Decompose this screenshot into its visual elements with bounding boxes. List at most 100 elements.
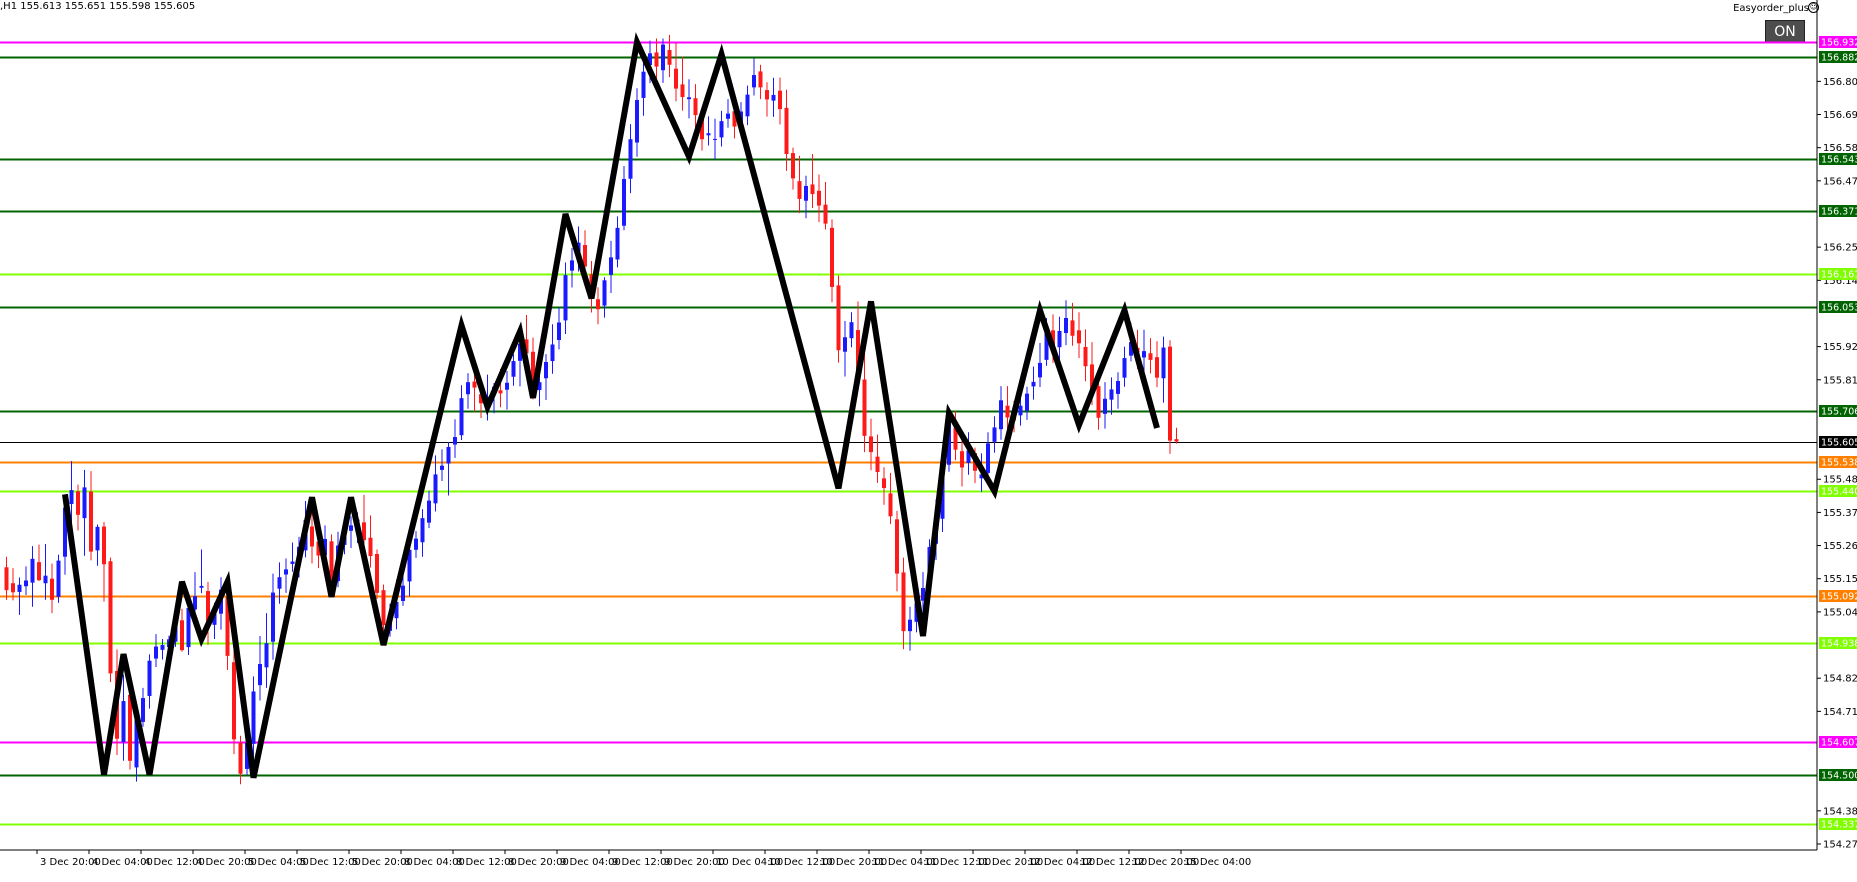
candle-body: [69, 490, 74, 504]
price-chart[interactable]: 156.800 156.690 156.580 156.470 156.250 156.1…: [0, 0, 1857, 882]
time-tick-label: 15 Dec 04:00: [1184, 857, 1251, 868]
candle-body: [1018, 405, 1023, 416]
candle-body: [570, 260, 574, 271]
candle-body: [791, 153, 795, 179]
candle-body: [401, 585, 405, 602]
candle-body: [1148, 353, 1153, 360]
price-tick-label: 155.260: [1823, 541, 1857, 552]
candle-body: [869, 436, 873, 453]
candle-body: [238, 742, 243, 774]
price-tick-label: 156.690: [1823, 110, 1857, 121]
candle-body: [986, 443, 990, 473]
level-label: 156.161: [1821, 270, 1857, 281]
candle-body: [960, 451, 964, 468]
candle-body: [615, 227, 620, 260]
zigzag-line: [62, 32, 1160, 779]
time-axis[interactable]: 3 Dec 20:004 Dec 04:004 Dec 12:004 Dec 2…: [0, 849, 1817, 868]
candle-body: [862, 379, 867, 436]
candle-body: [24, 580, 28, 587]
candle-body: [693, 98, 698, 116]
candle-body: [368, 537, 373, 557]
candle-body: [1025, 393, 1029, 411]
candle-body: [817, 190, 821, 206]
candle-body: [1142, 351, 1146, 358]
candle-body: [745, 94, 750, 117]
candle-body: [251, 691, 256, 744]
candle-body: [687, 97, 691, 100]
candle-body: [1057, 330, 1062, 348]
candle-body: [43, 575, 48, 584]
candle-body: [290, 561, 295, 564]
candle-body: [667, 50, 672, 65]
candle-body: [901, 572, 906, 632]
level-label: 155.440: [1821, 487, 1857, 498]
level-label: 156.932: [1821, 38, 1857, 49]
candle-body: [661, 44, 665, 71]
level-label: 154.337: [1821, 820, 1857, 831]
price-tick-label: 154.270: [1823, 839, 1857, 850]
candle-body: [622, 179, 626, 226]
price-tick-label: 155.480: [1823, 475, 1857, 486]
candle-body: [895, 519, 899, 574]
level-label: 156.371: [1821, 207, 1857, 218]
candle-body: [433, 474, 438, 504]
level-label: 155.538: [1821, 458, 1857, 469]
candle-body: [89, 491, 93, 552]
price-tick-label: 155.920: [1823, 342, 1857, 353]
zigzag-indicator: [62, 32, 1160, 779]
candle-body: [784, 107, 789, 155]
horizontal-levels: [0, 41, 1817, 826]
price-tick-label: 154.710: [1823, 707, 1857, 718]
candle-body: [154, 646, 158, 659]
candle-body: [453, 437, 457, 445]
candle-body: [37, 562, 41, 581]
candle-body: [446, 446, 451, 464]
candle-body: [654, 52, 659, 67]
price-tick-label: 155.810: [1823, 375, 1857, 386]
candle-body: [752, 75, 756, 88]
candle-body: [641, 71, 646, 98]
candle-body: [1174, 439, 1179, 442]
level-label: 154.938: [1821, 639, 1857, 650]
candle-body: [1031, 381, 1036, 387]
price-tick-label: 155.150: [1823, 574, 1857, 585]
candle-body: [108, 561, 113, 674]
candle-body: [440, 465, 444, 470]
candle-body: [310, 526, 314, 547]
candle-body: [836, 285, 841, 351]
candle-body: [719, 121, 724, 138]
price-tick-label: 156.800: [1823, 77, 1857, 88]
candle-body: [264, 643, 269, 668]
level-label: 154.607: [1821, 738, 1857, 749]
candle-body: [271, 592, 275, 642]
candle-body: [635, 100, 639, 143]
candle-body: [680, 84, 685, 98]
candle-body: [1168, 346, 1172, 441]
candle-body: [804, 185, 808, 201]
candle-body: [550, 344, 555, 362]
candle-body: [1005, 405, 1010, 418]
candle-body: [726, 113, 730, 119]
candle-body: [1103, 398, 1107, 414]
candle-body: [1064, 317, 1068, 334]
candle-body: [277, 577, 282, 589]
candle-body: [888, 493, 893, 517]
candle-body: [778, 90, 782, 110]
candle-body: [875, 456, 880, 473]
candle-body: [823, 204, 828, 224]
candle-body: [160, 645, 165, 650]
candle-body: [999, 400, 1003, 430]
candle-body: [758, 71, 763, 88]
price-axis[interactable]: 156.800 156.690 156.580 156.470 156.250 156.1…: [1816, 0, 1857, 850]
candle-body: [427, 500, 431, 523]
candle-body: [56, 560, 61, 597]
candle-body: [1109, 389, 1114, 400]
candle-body: [544, 361, 548, 379]
price-tick-label: 156.470: [1823, 176, 1857, 187]
candle-body: [1096, 386, 1101, 418]
candle-body: [843, 337, 847, 352]
candle-body: [1116, 380, 1120, 394]
candle-body: [414, 538, 418, 550]
candle-body: [349, 525, 353, 531]
candle-body: [30, 558, 35, 583]
